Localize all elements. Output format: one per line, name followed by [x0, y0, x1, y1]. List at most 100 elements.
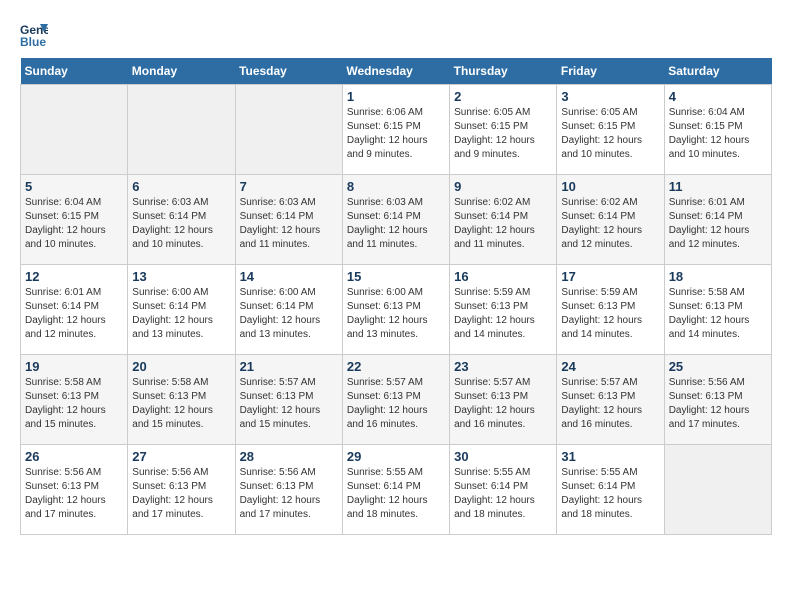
calendar-table: SundayMondayTuesdayWednesdayThursdayFrid… [20, 58, 772, 535]
day-number: 1 [347, 89, 445, 104]
calendar-cell: 17 Sunrise: 5:59 AM Sunset: 6:13 PM Dayli… [557, 265, 664, 355]
day-info: Sunrise: 5:59 AM Sunset: 6:13 PM Dayligh… [561, 286, 659, 342]
day-info: Sunrise: 6:06 AM Sunset: 6:15 PM Dayligh… [347, 106, 445, 162]
day-number: 7 [240, 179, 338, 194]
calendar-cell: 18 Sunrise: 5:58 AM Sunset: 6:13 PM Dayli… [664, 265, 771, 355]
day-info: Sunrise: 5:58 AM Sunset: 6:13 PM Dayligh… [132, 376, 230, 432]
calendar-cell: 7 Sunrise: 6:03 AM Sunset: 6:14 PM Daylig… [235, 175, 342, 265]
day-info: Sunrise: 5:55 AM Sunset: 6:14 PM Dayligh… [561, 466, 659, 522]
day-info: Sunrise: 5:56 AM Sunset: 6:13 PM Dayligh… [669, 376, 767, 432]
week-row-3: 12 Sunrise: 6:01 AM Sunset: 6:14 PM Dayli… [21, 265, 772, 355]
calendar-cell: 14Sunrise: 6:00 AM Sunset: 6:14 PM Dayli… [235, 265, 342, 355]
calendar-cell: 30 Sunrise: 5:55 AM Sunset: 6:14 PM Dayli… [450, 445, 557, 535]
day-info: Sunrise: 6:02 AM Sunset: 6:14 PM Dayligh… [454, 196, 552, 252]
calendar-cell [21, 85, 128, 175]
day-number: 31 [561, 449, 659, 464]
weekday-header-row: SundayMondayTuesdayWednesdayThursdayFrid… [21, 58, 772, 85]
day-number: 26 [25, 449, 123, 464]
calendar-cell: 3 Sunrise: 6:05 AM Sunset: 6:15 PM Daylig… [557, 85, 664, 175]
day-number: 18 [669, 269, 767, 284]
calendar-cell: 26 Sunrise: 5:56 AM Sunset: 6:13 PM Dayli… [21, 445, 128, 535]
calendar-cell: 29 Sunrise: 5:55 AM Sunset: 6:14 PM Dayli… [342, 445, 449, 535]
day-info: Sunrise: 6:00 AM Sunset: 6:14 PM Dayligh… [132, 286, 230, 342]
day-number: 5 [25, 179, 123, 194]
calendar-cell [664, 445, 771, 535]
day-info: Sunrise: 5:57 AM Sunset: 6:13 PM Dayligh… [240, 376, 338, 432]
calendar-cell: 23Sunrise: 5:57 AM Sunset: 6:13 PM Dayli… [450, 355, 557, 445]
day-number: 29 [347, 449, 445, 464]
day-number: 16 [454, 269, 552, 284]
calendar-cell: 4 Sunrise: 6:04 AM Sunset: 6:15 PM Daylig… [664, 85, 771, 175]
weekday-header-thursday: Thursday [450, 58, 557, 85]
day-number: 28 [240, 449, 338, 464]
calendar-cell: 1 Sunrise: 6:06 AM Sunset: 6:15 PM Daylig… [342, 85, 449, 175]
day-info: Sunrise: 6:05 AM Sunset: 6:15 PM Dayligh… [454, 106, 552, 162]
week-row-4: 19 Sunrise: 5:58 AM Sunset: 6:13 PM Dayli… [21, 355, 772, 445]
day-number: 25 [669, 359, 767, 374]
calendar-cell: 21 Sunrise: 5:57 AM Sunset: 6:13 PM Dayli… [235, 355, 342, 445]
day-info: Sunrise: 6:00 AM Sunset: 6:13 PM Dayligh… [347, 286, 445, 342]
calendar-cell: 13 Sunrise: 6:00 AM Sunset: 6:14 PM Dayli… [128, 265, 235, 355]
day-number: 15 [347, 269, 445, 284]
weekday-header-sunday: Sunday [21, 58, 128, 85]
calendar-cell: 31 Sunrise: 5:55 AM Sunset: 6:14 PM Dayli… [557, 445, 664, 535]
calendar-cell: 5Sunrise: 6:04 AM Sunset: 6:15 PM Daylig… [21, 175, 128, 265]
calendar-cell: 16Sunrise: 5:59 AM Sunset: 6:13 PM Dayli… [450, 265, 557, 355]
day-info: Sunrise: 5:58 AM Sunset: 6:13 PM Dayligh… [669, 286, 767, 342]
day-number: 3 [561, 89, 659, 104]
day-number: 23 [454, 359, 552, 374]
day-number: 30 [454, 449, 552, 464]
calendar-cell: 9Sunrise: 6:02 AM Sunset: 6:14 PM Daylig… [450, 175, 557, 265]
weekday-header-friday: Friday [557, 58, 664, 85]
calendar-cell: 8 Sunrise: 6:03 AM Sunset: 6:14 PM Daylig… [342, 175, 449, 265]
day-number: 19 [25, 359, 123, 374]
week-row-1: 1 Sunrise: 6:06 AM Sunset: 6:15 PM Daylig… [21, 85, 772, 175]
day-number: 8 [347, 179, 445, 194]
day-number: 20 [132, 359, 230, 374]
day-number: 12 [25, 269, 123, 284]
calendar-cell: 22 Sunrise: 5:57 AM Sunset: 6:13 PM Dayli… [342, 355, 449, 445]
day-info: Sunrise: 6:03 AM Sunset: 6:14 PM Dayligh… [347, 196, 445, 252]
header: General Blue [20, 20, 772, 48]
day-number: 4 [669, 89, 767, 104]
day-info: Sunrise: 6:01 AM Sunset: 6:14 PM Dayligh… [669, 196, 767, 252]
calendar-cell: 20 Sunrise: 5:58 AM Sunset: 6:13 PM Dayli… [128, 355, 235, 445]
calendar-cell [235, 85, 342, 175]
day-number: 21 [240, 359, 338, 374]
day-number: 27 [132, 449, 230, 464]
logo: General Blue [20, 20, 52, 48]
day-info: Sunrise: 6:03 AM Sunset: 6:14 PM Dayligh… [132, 196, 230, 252]
day-info: Sunrise: 5:55 AM Sunset: 6:14 PM Dayligh… [347, 466, 445, 522]
day-info: Sunrise: 6:01 AM Sunset: 6:14 PM Dayligh… [25, 286, 123, 342]
logo-icon: General Blue [20, 20, 48, 48]
day-info: Sunrise: 5:57 AM Sunset: 6:13 PM Dayligh… [347, 376, 445, 432]
day-number: 22 [347, 359, 445, 374]
day-number: 24 [561, 359, 659, 374]
day-info: Sunrise: 6:02 AM Sunset: 6:14 PM Dayligh… [561, 196, 659, 252]
calendar-cell: 15 Sunrise: 6:00 AM Sunset: 6:13 PM Dayli… [342, 265, 449, 355]
day-info: Sunrise: 5:56 AM Sunset: 6:13 PM Dayligh… [132, 466, 230, 522]
day-number: 11 [669, 179, 767, 194]
day-number: 13 [132, 269, 230, 284]
day-info: Sunrise: 6:00 AM Sunset: 6:14 PM Dayligh… [240, 286, 338, 342]
day-info: Sunrise: 6:05 AM Sunset: 6:15 PM Dayligh… [561, 106, 659, 162]
week-row-5: 26 Sunrise: 5:56 AM Sunset: 6:13 PM Dayli… [21, 445, 772, 535]
day-info: Sunrise: 5:55 AM Sunset: 6:14 PM Dayligh… [454, 466, 552, 522]
svg-text:Blue: Blue [20, 35, 46, 48]
day-info: Sunrise: 5:56 AM Sunset: 6:13 PM Dayligh… [25, 466, 123, 522]
weekday-header-tuesday: Tuesday [235, 58, 342, 85]
calendar-cell: 19 Sunrise: 5:58 AM Sunset: 6:13 PM Dayli… [21, 355, 128, 445]
day-number: 17 [561, 269, 659, 284]
calendar-cell: 25 Sunrise: 5:56 AM Sunset: 6:13 PM Dayli… [664, 355, 771, 445]
day-info: Sunrise: 5:58 AM Sunset: 6:13 PM Dayligh… [25, 376, 123, 432]
calendar-cell: 11 Sunrise: 6:01 AM Sunset: 6:14 PM Dayli… [664, 175, 771, 265]
weekday-header-wednesday: Wednesday [342, 58, 449, 85]
calendar-cell: 12 Sunrise: 6:01 AM Sunset: 6:14 PM Dayli… [21, 265, 128, 355]
day-number: 10 [561, 179, 659, 194]
week-row-2: 5Sunrise: 6:04 AM Sunset: 6:15 PM Daylig… [21, 175, 772, 265]
day-info: Sunrise: 6:03 AM Sunset: 6:14 PM Dayligh… [240, 196, 338, 252]
calendar-cell: 6Sunrise: 6:03 AM Sunset: 6:14 PM Daylig… [128, 175, 235, 265]
calendar-cell: 27 Sunrise: 5:56 AM Sunset: 6:13 PM Dayli… [128, 445, 235, 535]
weekday-header-saturday: Saturday [664, 58, 771, 85]
day-info: Sunrise: 6:04 AM Sunset: 6:15 PM Dayligh… [669, 106, 767, 162]
